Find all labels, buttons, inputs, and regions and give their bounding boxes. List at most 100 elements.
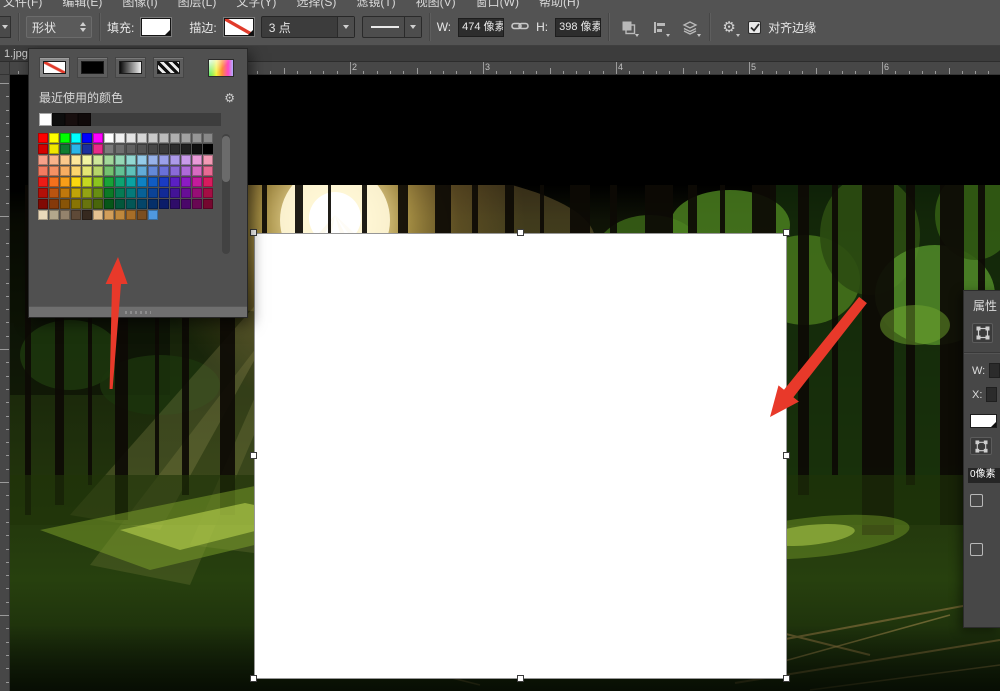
color-swatch[interactable] <box>82 144 92 154</box>
color-swatch[interactable] <box>104 210 114 220</box>
panel-resize-bar[interactable] <box>29 306 247 317</box>
stroke-width-select[interactable]: 3 点 <box>261 16 355 38</box>
color-swatch[interactable] <box>38 166 48 176</box>
recent-color-swatch[interactable] <box>78 113 91 126</box>
color-swatch[interactable] <box>126 210 136 220</box>
recent-color-swatch[interactable] <box>65 113 78 126</box>
color-swatch[interactable] <box>38 188 48 198</box>
pattern-button[interactable] <box>153 57 184 78</box>
tool-mode-select[interactable]: 形状 <box>26 16 92 38</box>
link-dimensions-icon[interactable] <box>511 20 529 35</box>
color-swatch[interactable] <box>148 166 158 176</box>
color-swatch[interactable] <box>137 166 147 176</box>
recent-color-swatch[interactable] <box>39 113 52 126</box>
color-swatch[interactable] <box>93 177 103 187</box>
color-swatch[interactable] <box>137 155 147 165</box>
color-swatch[interactable] <box>170 199 180 209</box>
color-swatch[interactable] <box>93 144 103 154</box>
geometry-options-button[interactable]: ⚙ <box>717 15 741 39</box>
color-swatch[interactable] <box>137 199 147 209</box>
color-swatch[interactable] <box>148 155 158 165</box>
color-swatch[interactable] <box>148 199 158 209</box>
color-swatch[interactable] <box>71 144 81 154</box>
color-swatch[interactable] <box>38 155 48 165</box>
color-swatch[interactable] <box>71 155 81 165</box>
color-swatch[interactable] <box>159 177 169 187</box>
color-swatch[interactable] <box>38 199 48 209</box>
color-swatch[interactable] <box>126 166 136 176</box>
color-swatch[interactable] <box>181 166 191 176</box>
swatch-scrollbar[interactable] <box>222 134 230 254</box>
menu-item[interactable]: 视图(V) <box>406 0 466 9</box>
color-picker-button[interactable] <box>208 59 234 77</box>
color-swatch[interactable] <box>82 199 92 209</box>
color-swatch[interactable] <box>49 144 59 154</box>
color-swatch[interactable] <box>60 210 70 220</box>
menu-item[interactable]: 帮助(H) <box>529 0 590 9</box>
color-swatch[interactable] <box>137 210 147 220</box>
color-swatch[interactable] <box>126 177 136 187</box>
prop-fill-swatch[interactable] <box>970 414 997 428</box>
prop-stroke-options-button[interactable] <box>970 437 992 455</box>
color-swatch[interactable] <box>192 133 202 143</box>
color-swatch[interactable] <box>93 188 103 198</box>
color-swatch[interactable] <box>170 188 180 198</box>
color-swatch[interactable] <box>49 133 59 143</box>
color-swatch[interactable] <box>181 177 191 187</box>
color-swatch[interactable] <box>38 210 48 220</box>
color-swatch[interactable] <box>170 144 180 154</box>
color-swatch[interactable] <box>38 177 48 187</box>
color-swatch[interactable] <box>137 133 147 143</box>
color-swatch[interactable] <box>181 199 191 209</box>
transform-handle[interactable] <box>250 675 257 682</box>
color-swatch[interactable] <box>159 166 169 176</box>
color-swatch[interactable] <box>148 144 158 154</box>
color-swatch[interactable] <box>104 155 114 165</box>
color-swatch[interactable] <box>104 133 114 143</box>
color-swatch[interactable] <box>115 199 125 209</box>
color-swatch[interactable] <box>148 177 158 187</box>
corner-radius-link-box[interactable] <box>970 494 983 507</box>
color-swatch[interactable] <box>93 133 103 143</box>
menu-item[interactable]: 选择(S) <box>286 0 346 9</box>
color-swatch[interactable] <box>49 199 59 209</box>
stroke-color-swatch[interactable] <box>224 18 254 36</box>
transform-handle[interactable] <box>517 229 524 236</box>
transform-handle[interactable] <box>783 452 790 459</box>
menu-item[interactable]: 编辑(E) <box>52 0 112 9</box>
color-swatch[interactable] <box>137 144 147 154</box>
menu-item[interactable]: 图像(I) <box>112 0 167 9</box>
color-swatch[interactable] <box>126 133 136 143</box>
color-swatch[interactable] <box>82 166 92 176</box>
color-swatch[interactable] <box>181 188 191 198</box>
color-swatch[interactable] <box>148 210 158 220</box>
color-swatch[interactable] <box>49 166 59 176</box>
color-swatch[interactable] <box>170 155 180 165</box>
color-swatch[interactable] <box>71 177 81 187</box>
color-swatch[interactable] <box>203 155 213 165</box>
gradient-button[interactable] <box>115 57 146 78</box>
color-swatch[interactable] <box>60 166 70 176</box>
color-swatch[interactable] <box>71 188 81 198</box>
color-swatch[interactable] <box>104 166 114 176</box>
menu-item[interactable]: 文件(F) <box>0 0 52 9</box>
fill-color-swatch[interactable] <box>141 18 171 36</box>
color-swatch[interactable] <box>71 133 81 143</box>
color-swatch[interactable] <box>93 199 103 209</box>
corner-radius-field[interactable]: 0像素 <box>968 468 1000 483</box>
color-swatch[interactable] <box>38 144 48 154</box>
menu-item[interactable]: 窗口(W) <box>466 0 529 9</box>
color-swatch[interactable] <box>104 188 114 198</box>
menu-item[interactable]: 滤镜(T) <box>346 0 405 9</box>
menu-item[interactable]: 图层(L) <box>168 0 227 9</box>
solid-color-button[interactable] <box>77 57 108 78</box>
color-swatch[interactable] <box>60 144 70 154</box>
color-swatch[interactable] <box>159 133 169 143</box>
color-swatch[interactable] <box>192 166 202 176</box>
color-swatch[interactable] <box>170 177 180 187</box>
color-swatch[interactable] <box>137 188 147 198</box>
color-swatch[interactable] <box>49 177 59 187</box>
color-swatch[interactable] <box>159 155 169 165</box>
color-swatch[interactable] <box>60 155 70 165</box>
color-swatch[interactable] <box>104 177 114 187</box>
